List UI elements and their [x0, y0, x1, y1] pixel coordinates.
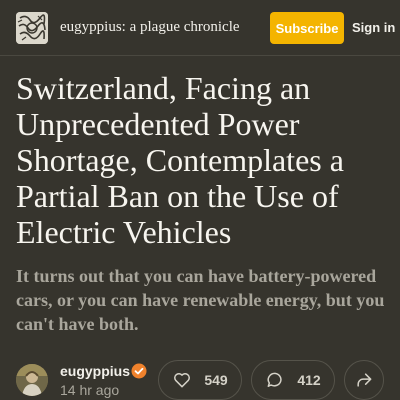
comment-button[interactable]: 412 [251, 360, 335, 400]
share-arrow-icon [357, 373, 372, 387]
top-bar: eugyppius: a plague chronicle Subscribe … [0, 0, 400, 56]
publication-name[interactable]: eugyppius: a plague chronicle [60, 19, 240, 36]
author-name[interactable]: eugyppius [60, 363, 130, 379]
author-avatar[interactable] [16, 364, 48, 396]
verified-badge-icon [131, 363, 147, 379]
subscribe-button[interactable]: Subscribe [270, 12, 344, 44]
comment-bubble-icon [267, 372, 282, 387]
like-button[interactable]: 549 [158, 360, 242, 400]
heart-icon [174, 372, 191, 388]
sign-in-link[interactable]: Sign in [352, 20, 395, 35]
comment-count: 412 [297, 372, 321, 388]
share-button[interactable] [344, 360, 384, 400]
publication-logo-icon[interactable] [16, 12, 48, 44]
post-timestamp: 14 hr ago [60, 382, 120, 398]
post-subtitle: It turns out that you can have battery-p… [16, 266, 385, 334]
post-title: Switzerland, Facing an Unprecedented Pow… [16, 70, 344, 250]
like-count: 549 [204, 372, 228, 388]
